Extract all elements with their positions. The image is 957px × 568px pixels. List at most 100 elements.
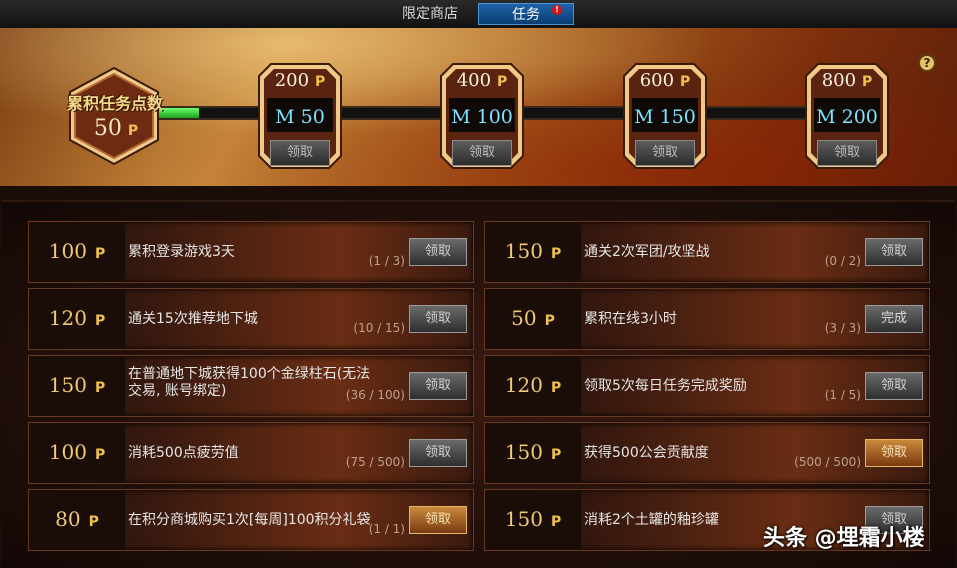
alert-badge-icon: ! <box>552 5 562 15</box>
summary-value: 50 P <box>76 116 156 141</box>
task-description: 领取5次每日任务完成奖励 <box>584 377 747 394</box>
task-claim-button[interactable]: 领取 <box>409 372 467 400</box>
milestone-points: 600 P <box>622 70 708 91</box>
task-row: 120 P 领取5次每日任务完成奖励 (1 / 5) 领取 <box>484 355 930 417</box>
task-row: 150 P 通关2次军团/攻坚战 (0 / 2) 领取 <box>484 221 930 283</box>
milestone-points: 800 P <box>804 70 890 91</box>
task-description: 消耗500点疲劳值 <box>128 444 239 461</box>
task-points-unit: P <box>94 380 106 396</box>
task-points-value: 50 <box>511 306 537 330</box>
milestone-reward-amount: 200 <box>841 106 878 128</box>
task-progress: (10 / 15) <box>353 321 405 335</box>
milestone-reward-amount: 100 <box>476 106 513 128</box>
task-points: 100 P <box>29 222 125 282</box>
task-claim-button[interactable]: 领取 <box>409 439 467 467</box>
watermark: 头条 @埋霜小楼 <box>763 526 925 551</box>
milestone-points: 200 P <box>257 70 343 91</box>
task-progress: (1 / 5) <box>824 388 861 402</box>
task-progress: (3 / 3) <box>824 321 861 335</box>
task-description: 累积在线3小时 <box>584 310 677 327</box>
task-points-unit: P <box>94 447 106 463</box>
task-points-value: 150 <box>504 440 543 464</box>
task-progress: (0 / 2) <box>824 254 861 268</box>
milestone-points-unit: P <box>680 74 691 90</box>
task-points: 120 P <box>29 289 125 349</box>
task-progress: (1 / 1) <box>368 522 405 536</box>
m-coin-icon: M <box>451 106 471 128</box>
task-points-value: 150 <box>48 373 87 397</box>
claim-milestone-button[interactable]: 领取 <box>270 140 330 166</box>
task-points: 80 P <box>29 490 125 550</box>
task-points-value: 150 <box>504 507 543 531</box>
milestone-points-unit: P <box>862 74 873 90</box>
milestone-reward-value: M 50 <box>257 106 343 128</box>
task-description: 获得500公会贡献度 <box>584 444 709 461</box>
milestone-reward-value: M 100 <box>439 106 525 128</box>
milestone-reward-amount: 50 <box>300 106 325 128</box>
task-description: 累积登录游戏3天 <box>128 243 235 260</box>
tab-limited-shop[interactable]: 限定商店 <box>385 3 475 25</box>
task-description: 在普通地下城获得100个金绿柱石(无法交易, 账号绑定) <box>128 366 371 399</box>
task-progress: (75 / 500) <box>345 455 405 469</box>
top-tab-bar: 限定商店 任务 ! <box>0 0 957 29</box>
task-description: 通关2次军团/攻坚战 <box>584 243 710 260</box>
claim-milestone-button[interactable]: 领取 <box>817 140 877 166</box>
task-description: 通关15次推荐地下城 <box>128 310 258 327</box>
task-claim-button[interactable]: 领取 <box>409 305 467 333</box>
task-points: 150 P <box>485 423 581 483</box>
milestone-points-value: 200 <box>274 70 310 91</box>
task-points-unit: P <box>544 313 555 329</box>
summary-title: 累积任务点数 <box>66 94 163 113</box>
task-points-value: 120 <box>48 306 87 330</box>
task-row: 150 P 获得500公会贡献度 (500 / 500) 领取 <box>484 422 930 484</box>
task-points-unit: P <box>94 313 106 329</box>
milestone-reward: 800 P M 200 领取 <box>804 62 890 170</box>
task-claim-button[interactable]: 领取 <box>409 238 467 266</box>
task-points-value: 120 <box>504 373 543 397</box>
milestone-reward-value: M 200 <box>804 106 890 128</box>
summary-points: 50 <box>93 116 122 141</box>
task-points: 100 P <box>29 423 125 483</box>
milestone-points-value: 600 <box>639 70 675 91</box>
task-points-unit: P <box>550 380 562 396</box>
task-points: 150 P <box>485 490 581 550</box>
tab-tasks[interactable]: 任务 ! <box>478 3 574 25</box>
milestone-reward: 200 P M 50 领取 <box>257 62 343 170</box>
task-row: 150 P 在普通地下城获得100个金绿柱石(无法交易, 账号绑定) (36 / 10… <box>28 355 474 417</box>
task-points-value: 150 <box>504 239 543 263</box>
task-points-value: 100 <box>48 440 87 464</box>
task-row: 100 P 累积登录游戏3天 (1 / 3) 领取 <box>28 221 474 283</box>
milestone-points-unit: P <box>497 74 508 90</box>
task-claim-button[interactable]: 领取 <box>865 372 923 400</box>
task-description: 在积分商城购买1次[每周]100积分礼袋 <box>128 511 371 528</box>
task-points: 120 P <box>485 356 581 416</box>
task-row: 120 P 通关15次推荐地下城 (10 / 15) 领取 <box>28 288 474 350</box>
task-claim-button[interactable]: 完成 <box>865 305 923 333</box>
task-points-value: 80 <box>55 507 81 531</box>
m-coin-icon: M <box>275 106 295 128</box>
claim-milestone-button[interactable]: 领取 <box>635 140 695 166</box>
claim-milestone-button[interactable]: 领取 <box>452 140 512 166</box>
task-points: 150 P <box>485 222 581 282</box>
milestone-reward: 600 P M 150 领取 <box>622 62 708 170</box>
task-points: 50 P <box>485 289 581 349</box>
task-progress: (1 / 3) <box>368 254 405 268</box>
milestone-reward-amount: 150 <box>659 106 696 128</box>
task-points-unit: P <box>550 447 562 463</box>
milestone-reward-value: M 150 <box>622 106 708 128</box>
task-points-unit: P <box>88 514 99 530</box>
tab-tasks-label: 任务 <box>512 7 540 23</box>
milestone-points-value: 800 <box>821 70 857 91</box>
task-points-unit: P <box>550 514 562 530</box>
task-claim-button[interactable]: 领取 <box>865 238 923 266</box>
task-row: 80 P 在积分商城购买1次[每周]100积分礼袋 (1 / 1) 领取 <box>28 489 474 551</box>
summary-unit: P <box>127 123 139 139</box>
milestone-points-value: 400 <box>456 70 492 91</box>
task-claim-button[interactable]: 领取 <box>409 506 467 534</box>
task-points-unit: P <box>550 246 562 262</box>
m-coin-icon: M <box>634 106 654 128</box>
help-icon[interactable]: ? <box>918 54 936 72</box>
task-points-value: 100 <box>48 239 87 263</box>
task-points: 150 P <box>29 356 125 416</box>
task-claim-button[interactable]: 领取 <box>865 439 923 467</box>
